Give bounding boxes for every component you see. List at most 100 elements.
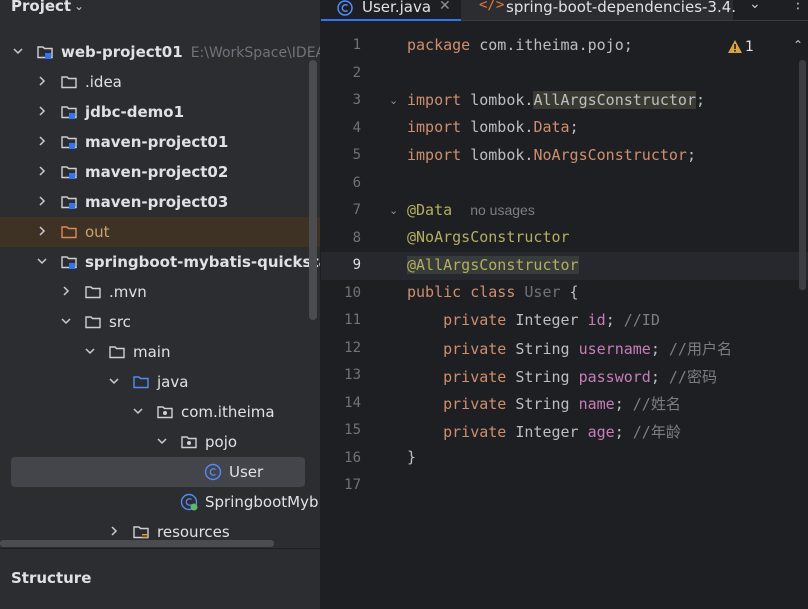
module-folder-icon <box>60 253 78 271</box>
class-icon <box>204 463 222 481</box>
tree-item-mvn[interactable]: .mvn <box>0 277 320 307</box>
line-number: 8 <box>352 229 361 246</box>
tree-item-label: maven-project01 <box>85 133 229 151</box>
tab-user-java[interactable]: User.java ✕ <box>321 0 461 21</box>
code-line-11[interactable]: private Integer id; //ID <box>407 311 660 329</box>
code-line-16[interactable]: } <box>407 448 416 466</box>
tree-item-idea[interactable]: .idea <box>0 67 320 97</box>
chevron-down-icon[interactable] <box>132 405 144 417</box>
module-folder-icon <box>60 163 78 181</box>
more-options-icon[interactable]: ⋮ <box>791 0 805 12</box>
tree-item-springboot-mybatis-quickstart[interactable]: springboot-mybatis-quickstart <box>0 247 320 277</box>
chevron-up-icon[interactable]: ⌃ <box>793 38 803 52</box>
line-number: 5 <box>352 147 361 163</box>
code-line-4[interactable]: import lombok.Data; <box>407 118 579 136</box>
chevron-down-icon[interactable] <box>36 255 48 267</box>
tree-item-label: pojo <box>205 433 238 451</box>
tree-item-out[interactable]: out <box>0 217 320 247</box>
code-line-7[interactable]: @Data no usages <box>407 201 535 219</box>
code-line-8[interactable]: @NoArgsConstructor <box>407 228 570 246</box>
tree-item-label: .idea <box>85 73 122 91</box>
line-number: 11 <box>344 312 361 328</box>
active-tab-indicator <box>321 19 461 21</box>
code-editor[interactable]: User.java ✕ </> spring-boot-dependencies… <box>321 0 808 609</box>
inspection-widget[interactable]: 1 <box>727 38 767 58</box>
chevron-right-icon[interactable] <box>36 165 48 177</box>
chevron-down-icon[interactable]: ⌄ <box>74 0 84 13</box>
chevron-down-icon[interactable] <box>60 315 72 327</box>
code-line-12[interactable]: private String username; //用户名 <box>407 338 732 359</box>
chevron-right-icon[interactable] <box>108 525 120 537</box>
code-line-3[interactable]: import lombok.AllArgsConstructor; <box>407 91 705 109</box>
tree-item-user[interactable]: User <box>11 457 305 487</box>
chevron-right-icon[interactable] <box>36 75 48 87</box>
tree-item-label: out <box>85 223 110 241</box>
code-line-5[interactable]: import lombok.NoArgsConstructor; <box>407 146 696 164</box>
structure-title: Structure <box>11 569 92 587</box>
chevron-down-icon[interactable] <box>156 435 168 447</box>
structure-panel-header[interactable]: Structure <box>0 548 320 609</box>
code-line-9[interactable]: @AllArgsConstructor <box>407 256 579 274</box>
tree-item-path: E:\WorkSpace\IDEA <box>190 45 320 61</box>
tree-item-label: main <box>133 343 171 361</box>
chevron-right-icon[interactable] <box>36 135 48 147</box>
tree-item-label: SpringbootMyb <box>205 493 319 511</box>
code-line-10[interactable]: public class User { <box>407 283 579 301</box>
chevron-right-icon[interactable] <box>36 105 48 117</box>
module-folder-icon <box>60 133 78 151</box>
fold-toggle-icon[interactable]: ⌄ <box>389 204 398 217</box>
warning-icon <box>727 39 743 59</box>
editor-tab-bar: User.java ✕ </> spring-boot-dependencies… <box>321 0 808 21</box>
tree-item-label: resources <box>157 523 230 541</box>
line-number: 4 <box>352 119 361 136</box>
tree-item-maven-project01[interactable]: maven-project01 <box>0 127 320 157</box>
tree-item-label: src <box>109 313 131 331</box>
tree-item-springbootmyb[interactable]: SpringbootMyb <box>0 487 320 517</box>
tree-item-web-project01[interactable]: web-project01 E:\WorkSpace\IDEA <box>0 37 320 67</box>
tree-item-pojo[interactable]: pojo <box>0 427 320 457</box>
chevron-down-icon[interactable]: ⌄ <box>749 0 761 12</box>
module-folder-icon <box>60 103 78 121</box>
chevron-right-icon[interactable] <box>36 225 48 237</box>
tree-item-maven-project02[interactable]: maven-project02 <box>0 157 320 187</box>
project-panel-header[interactable]: Project ⌄ <box>0 0 320 18</box>
chevron-right-icon[interactable] <box>60 285 72 297</box>
resources-folder-icon <box>132 523 150 541</box>
excluded-folder-icon <box>60 223 78 241</box>
chevron-down-icon[interactable] <box>12 45 24 57</box>
line-number: 3 <box>352 92 361 108</box>
tree-item-maven-project03[interactable]: maven-project03 <box>0 187 320 217</box>
line-number: 12 <box>344 339 361 356</box>
source-folder-icon <box>132 373 150 391</box>
chevron-down-icon[interactable] <box>84 345 96 357</box>
tree-item-jdbc-demo1[interactable]: jdbc-demo1 <box>0 97 320 127</box>
tree-item-label: maven-project03 <box>85 193 229 211</box>
tab-spring-boot-dependencies[interactable]: </> spring-boot-dependencies-3.4. <box>461 0 736 20</box>
tree-item-java[interactable]: java <box>0 367 320 397</box>
xml-icon: </> <box>479 0 505 13</box>
line-number: 17 <box>344 477 361 493</box>
tree-item-label: maven-project02 <box>85 163 229 181</box>
tree-item-com-itheima[interactable]: com.itheima <box>0 397 320 427</box>
tree-item-label: web-project01 E:\WorkSpace\IDEA <box>61 43 320 61</box>
tree-item-main[interactable]: main <box>0 337 320 367</box>
code-line-14[interactable]: private String name; //姓名 <box>407 393 681 414</box>
chevron-down-icon[interactable] <box>108 375 120 387</box>
line-number: 10 <box>344 284 361 301</box>
close-icon[interactable]: ✕ <box>439 0 451 14</box>
tree-item-label: springboot-mybatis-quickstart <box>85 253 320 271</box>
line-number: 15 <box>344 422 361 438</box>
code-line-15[interactable]: private Integer age; //年龄 <box>407 421 681 442</box>
line-number: 9 <box>352 257 361 273</box>
chevron-right-icon[interactable] <box>36 195 48 207</box>
warning-count: 1 <box>745 39 754 55</box>
vertical-scrollbar[interactable] <box>309 60 317 320</box>
code-line-13[interactable]: private String password; //密码 <box>407 366 717 387</box>
horizontal-scrollbar[interactable] <box>0 540 274 547</box>
tree-item-src[interactable]: src <box>0 307 320 337</box>
project-panel: Project ⌄ web-project01 E:\WorkSpace\IDEA… <box>0 0 320 609</box>
code-line-1[interactable]: package com.itheima.pojo; <box>407 36 633 54</box>
editor-scrollbar[interactable] <box>799 60 806 290</box>
fold-toggle-icon[interactable]: ⌄ <box>389 94 398 107</box>
line-number: 6 <box>352 174 361 191</box>
